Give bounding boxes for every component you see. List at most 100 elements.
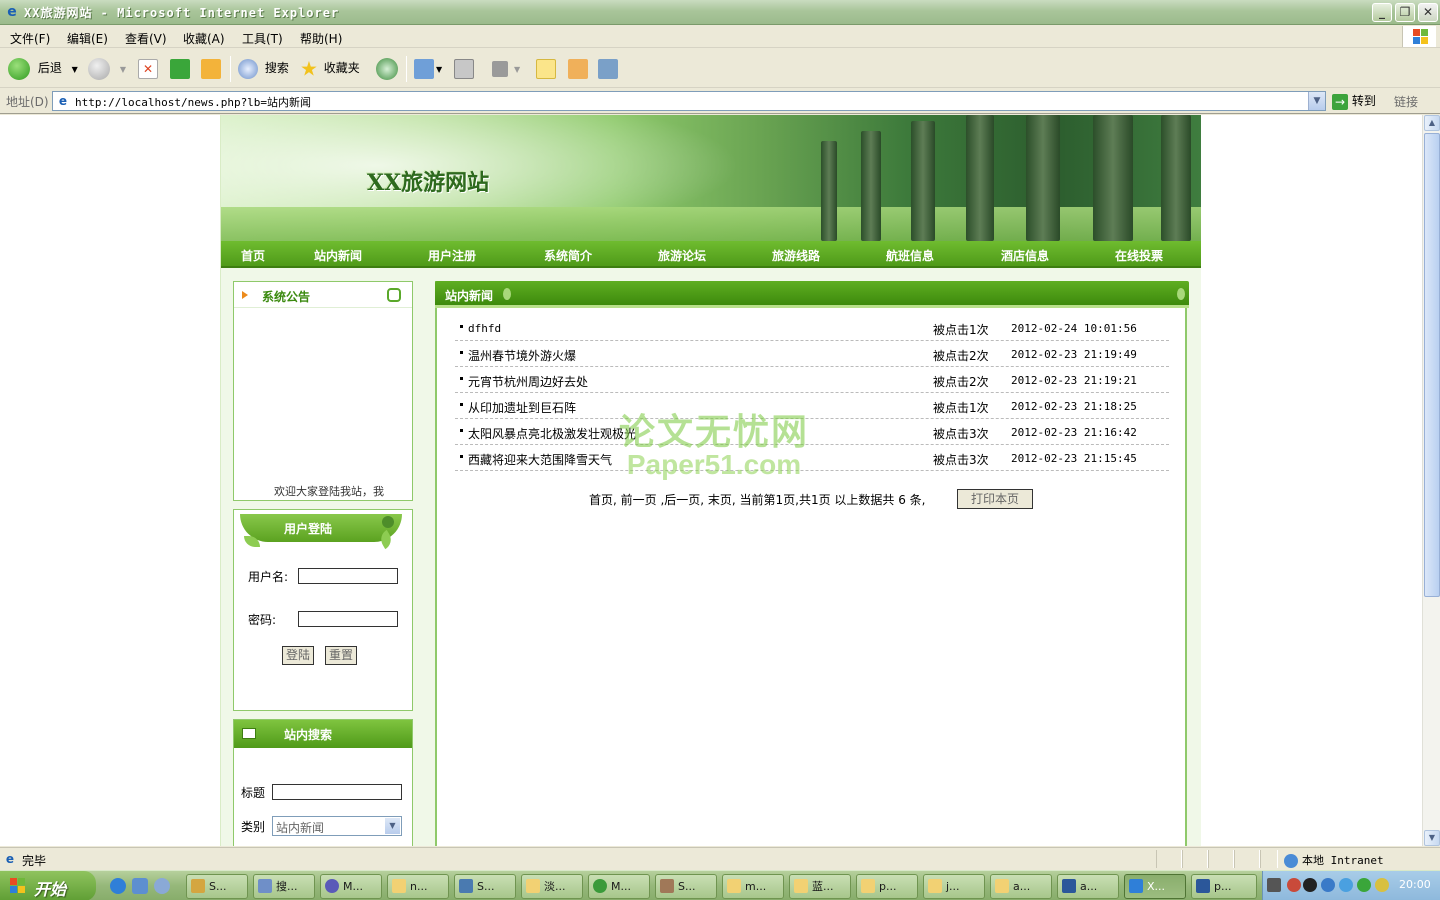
nav-hotels[interactable]: 酒店信息: [1001, 247, 1049, 264]
mail-button[interactable]: ▼: [414, 56, 442, 80]
more-icon[interactable]: [387, 288, 401, 302]
status-bar: e 完毕 本地 Intranet: [0, 847, 1440, 869]
search-title-label: 标题: [241, 786, 266, 800]
taskbar-item[interactable]: M...: [320, 874, 382, 899]
taskbar-item[interactable]: a...: [990, 874, 1052, 899]
nav-flights[interactable]: 航班信息: [886, 247, 934, 264]
notice-header: 系统公告: [234, 282, 412, 308]
edit-button[interactable]: ▼: [492, 56, 520, 80]
menu-favorites[interactable]: 收藏(A): [183, 30, 225, 47]
nav-home[interactable]: 首页: [241, 247, 265, 264]
back-button[interactable]: 后退 ▼: [8, 56, 78, 80]
news-link[interactable]: 元宵节杭州周边好去处: [468, 373, 588, 390]
tree-trunk: [911, 121, 935, 241]
nav-register[interactable]: 用户注册: [428, 247, 476, 264]
antivirus-icon[interactable]: [1357, 878, 1371, 892]
news-clicks: 被点击2次: [933, 375, 989, 389]
taskbar-item-active[interactable]: X...: [1124, 874, 1186, 899]
messenger-tray-icon[interactable]: [1339, 878, 1353, 892]
favorites-button[interactable]: ★ 收藏夹: [300, 56, 360, 81]
taskbar-item[interactable]: j...: [923, 874, 985, 899]
nav-about[interactable]: 系统简介: [544, 247, 592, 264]
print-page-button[interactable]: 打印本页: [957, 489, 1033, 509]
keyboard-icon[interactable]: [1267, 878, 1281, 892]
history-button[interactable]: [376, 56, 398, 80]
nav-vote[interactable]: 在线投票: [1115, 247, 1163, 264]
taskbar-item[interactable]: p...: [1191, 874, 1257, 899]
vertical-scrollbar[interactable]: ▲ ▼: [1422, 115, 1440, 846]
taskbar-item[interactable]: 蓝...: [789, 874, 851, 899]
pagination[interactable]: 首页, 前一页 ,后一页, 末页, 当前第1页,共1页 以上数据共 6 条,: [589, 491, 926, 508]
news-link[interactable]: 温州春节境外游火爆: [468, 347, 576, 364]
search-title-input[interactable]: [272, 784, 402, 800]
scroll-thumb[interactable]: [1424, 133, 1440, 597]
menu-edit[interactable]: 编辑(E): [67, 30, 108, 47]
menu-help[interactable]: 帮助(H): [300, 30, 342, 47]
volume-icon[interactable]: [1375, 878, 1389, 892]
minimize-button[interactable]: _: [1372, 3, 1392, 22]
site-nav: 首页 站内新闻 用户注册 系统简介 旅游论坛 旅游线路 航班信息 酒店信息 在线…: [221, 241, 1201, 268]
news-link[interactable]: 太阳风暴点亮北极激发壮观极光: [468, 425, 636, 442]
refresh-button[interactable]: [170, 56, 190, 80]
taskbar-item[interactable]: 淡...: [521, 874, 583, 899]
taskbar-item[interactable]: S...: [186, 874, 248, 899]
stop-button[interactable]: ✕: [138, 56, 158, 80]
category-select[interactable]: 站内新闻 ▼: [272, 816, 402, 836]
app-icon: [325, 879, 339, 893]
go-button[interactable]: → 转到: [1332, 92, 1376, 110]
taskbar-item[interactable]: m...: [722, 874, 784, 899]
home-button[interactable]: [201, 56, 221, 80]
forward-button[interactable]: ▼: [88, 56, 126, 80]
chevron-down-icon[interactable]: ▼: [1308, 92, 1325, 110]
login-button[interactable]: 登陆: [282, 646, 315, 665]
menu-file[interactable]: 文件(F): [10, 30, 50, 47]
username-input[interactable]: [298, 568, 398, 584]
notes-button[interactable]: [536, 56, 556, 80]
home-icon: [201, 58, 221, 79]
ie-quicklaunch-icon[interactable]: [110, 878, 126, 894]
news-link[interactable]: 西藏将迎来大范围降雪天气: [468, 451, 612, 468]
messenger-icon: [598, 58, 618, 79]
nav-forum[interactable]: 旅游论坛: [658, 247, 706, 264]
address-input[interactable]: e http://localhost/news.php?lb=站内新闻 ▼: [52, 91, 1326, 111]
news-date: 2012-02-23 21:19:21: [1011, 374, 1137, 387]
taskbar-item[interactable]: p...: [856, 874, 918, 899]
note-icon: [536, 58, 556, 79]
news-link[interactable]: 从印加遗址到巨石阵: [468, 399, 576, 416]
links-toolbar[interactable]: 链接: [1394, 93, 1418, 110]
start-button[interactable]: 开始: [0, 871, 96, 900]
password-input[interactable]: [298, 611, 398, 627]
site-banner: XX旅游网站: [221, 115, 1201, 241]
window-title: XX旅游网站 - Microsoft Internet Explorer: [24, 6, 340, 20]
taskbar-item[interactable]: S...: [655, 874, 717, 899]
nav-news[interactable]: 站内新闻: [314, 247, 362, 264]
taskbar-item[interactable]: 搜...: [253, 874, 315, 899]
close-button[interactable]: ✕: [1418, 3, 1438, 22]
messenger-quicklaunch-icon[interactable]: [154, 878, 170, 894]
nav-routes[interactable]: 旅游线路: [772, 247, 820, 264]
taskbar-item[interactable]: a...: [1057, 874, 1119, 899]
print-button[interactable]: [454, 56, 474, 80]
search-button[interactable]: 搜索: [238, 56, 289, 80]
reset-button[interactable]: 重置: [325, 646, 358, 665]
forward-arrow-icon: [88, 57, 110, 80]
qq-icon[interactable]: [1303, 878, 1317, 892]
scroll-down-arrow-icon[interactable]: ▼: [1424, 830, 1440, 846]
task-label: M...: [611, 880, 631, 893]
taskbar-item[interactable]: n...: [387, 874, 449, 899]
menu-view[interactable]: 查看(V): [125, 30, 167, 47]
folder-icon: [794, 879, 808, 893]
tray-chevron-icon[interactable]: [1287, 878, 1301, 892]
messenger-button[interactable]: [598, 56, 618, 80]
taskbar-item[interactable]: M...: [588, 874, 650, 899]
taskbar-item[interactable]: S...: [454, 874, 516, 899]
outlook-quicklaunch-icon[interactable]: [132, 878, 148, 894]
menu-tools[interactable]: 工具(T): [242, 30, 283, 47]
research-button[interactable]: [568, 56, 588, 80]
scroll-up-arrow-icon[interactable]: ▲: [1424, 115, 1440, 131]
chevron-down-icon: ▼: [436, 65, 443, 74]
network-icon[interactable]: [1321, 878, 1335, 892]
news-link[interactable]: dfhfd: [468, 322, 501, 335]
standard-toolbar: 后退 ▼ ▼ ✕ 搜索 ★ 收藏夹 ▼ ▼: [0, 48, 1440, 88]
restore-button[interactable]: ❐: [1395, 3, 1415, 22]
